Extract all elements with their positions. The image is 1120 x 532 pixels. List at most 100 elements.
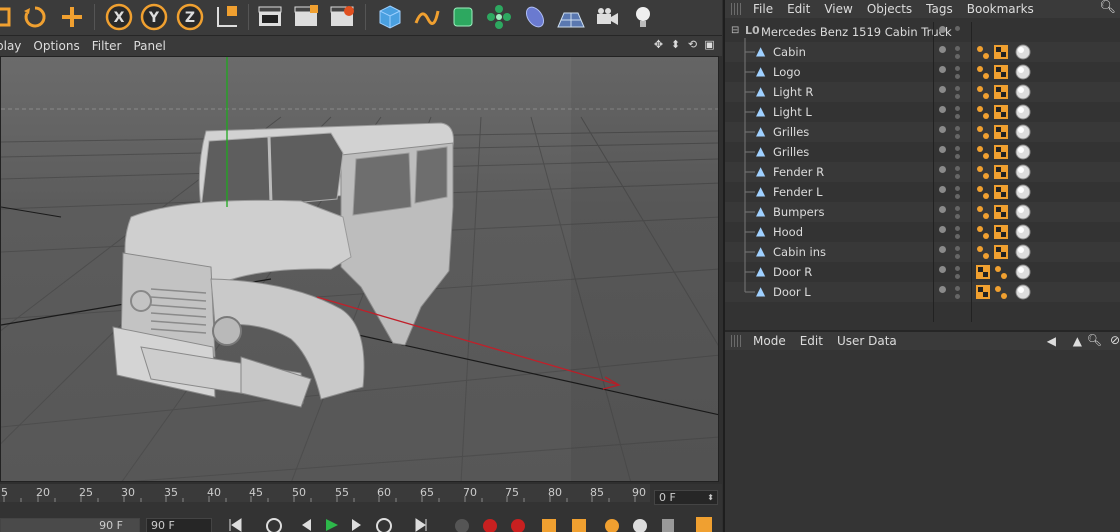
editor-visibility-dot[interactable] [939, 86, 946, 93]
object-row[interactable]: ▲ Cabin ins [725, 242, 1120, 262]
object-row[interactable]: ▲ Grilles [725, 142, 1120, 162]
uvw-tag-icon[interactable] [975, 164, 991, 180]
material-ball-icon[interactable] [1015, 44, 1031, 60]
object-row[interactable]: ▲ Fender L [725, 182, 1120, 202]
om-menu-view[interactable]: View [824, 2, 852, 16]
uvw-tag-icon[interactable] [975, 104, 991, 120]
object-row[interactable]: ▲ Cabin [725, 42, 1120, 62]
render-visibility-dot[interactable] [955, 54, 960, 59]
truck-cabin-model[interactable] [112, 122, 454, 408]
texture-tag-icon[interactable] [993, 184, 1009, 200]
zoom-view-icon[interactable]: ⬍ [669, 38, 682, 51]
object-name[interactable]: Grilles [773, 145, 809, 159]
floor-environment-button[interactable] [556, 2, 586, 32]
object-row-root[interactable]: ⊟ L0 Mercedes Benz 1519 Cabin Truck [725, 22, 1120, 42]
object-row[interactable]: ▲ Door L [725, 282, 1120, 302]
panel-grip-icon[interactable] [731, 335, 741, 347]
texture-tag-icon[interactable] [993, 104, 1009, 120]
render-visibility-dot[interactable] [955, 266, 960, 271]
material-ball-icon[interactable] [1015, 84, 1031, 100]
render-visibility-dot[interactable] [955, 46, 960, 51]
uvw-tag-icon[interactable] [975, 44, 991, 60]
uvw-tag-icon[interactable] [975, 244, 991, 260]
viewport-menu-panel[interactable]: Panel [133, 39, 165, 53]
texture-tag-icon[interactable] [993, 84, 1009, 100]
lock-icon[interactable]: ⊘ [1110, 333, 1120, 347]
om-menu-file[interactable]: File [753, 2, 773, 16]
render-visibility-dot[interactable] [955, 66, 960, 71]
editor-visibility-dot[interactable] [939, 126, 946, 133]
om-menu-objects[interactable]: Objects [867, 2, 912, 16]
editor-visibility-dot[interactable] [939, 206, 946, 213]
editor-visibility-dot[interactable] [939, 46, 946, 53]
render-visibility-dot[interactable] [955, 294, 960, 299]
object-row[interactable]: ▲ Door R [725, 262, 1120, 282]
object-row[interactable]: ▲ Light L [725, 102, 1120, 122]
record-disabled-icon[interactable] [455, 519, 469, 532]
editor-visibility-dot[interactable] [939, 226, 946, 233]
material-ball-icon[interactable] [1015, 224, 1031, 240]
object-row[interactable]: ▲ Hood [725, 222, 1120, 242]
preview-range-slider[interactable]: 90 F [0, 518, 140, 532]
texture-tag-icon[interactable] [993, 164, 1009, 180]
end-frame-field[interactable]: 90 F [146, 518, 212, 532]
object-row[interactable]: ▲ Grilles [725, 122, 1120, 142]
editor-visibility-dot[interactable] [939, 66, 946, 73]
material-ball-icon[interactable] [1015, 184, 1031, 200]
uvw-tag-icon[interactable] [975, 204, 991, 220]
uvw-tag-icon[interactable] [975, 184, 991, 200]
rotate-view-icon[interactable]: ⟲ [686, 38, 699, 51]
object-name[interactable]: Cabin ins [773, 245, 826, 259]
add-tool-button[interactable] [57, 2, 87, 32]
rotate-tool-button[interactable] [20, 2, 50, 32]
render-visibility-dot[interactable] [955, 246, 960, 251]
object-name[interactable]: Light L [773, 105, 812, 119]
current-frame-field[interactable]: 0 F ⬍ [654, 490, 718, 505]
texture-tag-icon[interactable] [975, 284, 991, 300]
render-visibility-dot[interactable] [955, 234, 960, 239]
camera-button[interactable] [592, 2, 622, 32]
object-row[interactable]: ▲ Light R [725, 82, 1120, 102]
uvw-tag-icon[interactable] [975, 124, 991, 140]
timeline-window-icon[interactable] [696, 517, 712, 532]
select-tool-button[interactable] [0, 2, 16, 32]
previous-key-icon[interactable] [266, 518, 282, 532]
object-name[interactable]: Logo [773, 65, 801, 79]
object-name[interactable]: Bumpers [773, 205, 824, 219]
go-to-end-icon[interactable] [415, 518, 427, 532]
render-view-button[interactable] [255, 2, 285, 32]
object-name[interactable]: Grilles [773, 125, 809, 139]
attr-menu-user-data[interactable]: User Data [837, 334, 897, 348]
editor-visibility-dot[interactable] [939, 166, 946, 173]
move-key-icon[interactable] [542, 519, 556, 532]
texture-tag-icon[interactable] [993, 204, 1009, 220]
render-visibility-dot[interactable] [955, 286, 960, 291]
render-visibility-dot[interactable] [955, 74, 960, 79]
om-menu-tags[interactable]: Tags [926, 2, 953, 16]
render-visibility-dot[interactable] [955, 254, 960, 259]
scale-key-icon[interactable] [572, 519, 586, 532]
material-ball-icon[interactable] [1015, 244, 1031, 260]
texture-tag-icon[interactable] [993, 64, 1009, 80]
texture-tag-icon[interactable] [993, 244, 1009, 260]
texture-tag-icon[interactable] [993, 144, 1009, 160]
material-ball-icon[interactable] [1015, 124, 1031, 140]
editor-visibility-dot[interactable] [939, 246, 946, 253]
render-visibility-dot[interactable] [955, 206, 960, 211]
move-view-icon[interactable]: ✥ [652, 38, 665, 51]
subdivision-surface-button[interactable] [448, 2, 478, 32]
attr-menu-mode[interactable]: Mode [753, 334, 786, 348]
z-axis-lock-button[interactable]: Z [175, 2, 205, 32]
uvw-tag-icon[interactable] [975, 84, 991, 100]
editor-visibility-dot[interactable] [939, 286, 946, 293]
viewport-menu-display[interactable]: play [0, 39, 21, 53]
x-axis-lock-button[interactable]: X [104, 2, 134, 32]
viewport-menu-options[interactable]: Options [33, 39, 79, 53]
object-name[interactable]: Fender R [773, 165, 824, 179]
previous-frame-icon[interactable] [302, 519, 311, 531]
root-object-name[interactable]: Mercedes Benz 1519 Cabin Truck [761, 25, 952, 39]
texture-tag-icon[interactable] [993, 44, 1009, 60]
timeline-ruler[interactable]: 5 20 25 30 35 40 45 50 55 60 65 70 75 80… [0, 484, 650, 502]
render-visibility-dot[interactable] [955, 166, 960, 171]
autokey-icon[interactable] [511, 519, 525, 532]
